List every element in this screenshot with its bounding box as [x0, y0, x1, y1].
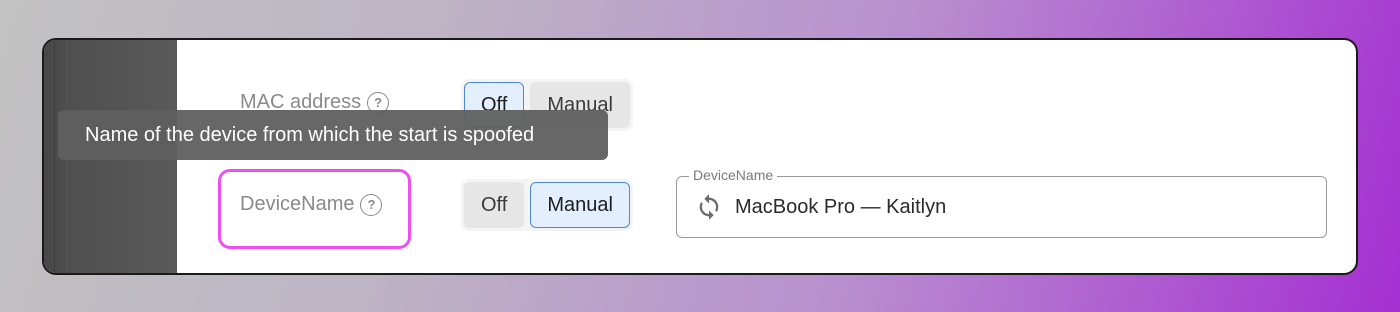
device-name-field-label: DeviceName — [689, 167, 778, 183]
device-name-toggle: Off Manual — [461, 179, 633, 231]
question-circle-icon[interactable]: ? — [360, 193, 383, 216]
device-name-manual-button[interactable]: Manual — [530, 182, 630, 228]
device-name-label-group: DeviceName ? — [240, 193, 383, 216]
device-name-label: DeviceName — [240, 193, 355, 215]
device-name-input[interactable]: MacBook Pro — Kaitlyn — [735, 196, 946, 219]
refresh-icon[interactable] — [695, 193, 723, 221]
settings-panel: MAC address ? Off Manual DeviceName ? Of… — [42, 38, 1358, 275]
tooltip: Name of the device from which the start … — [58, 110, 608, 160]
device-name-off-button[interactable]: Off — [464, 182, 525, 228]
device-name-field[interactable]: DeviceName MacBook Pro — Kaitlyn — [676, 167, 1327, 238]
tooltip-text: Name of the device from which the start … — [85, 123, 535, 146]
sidebar-divider — [54, 40, 55, 273]
